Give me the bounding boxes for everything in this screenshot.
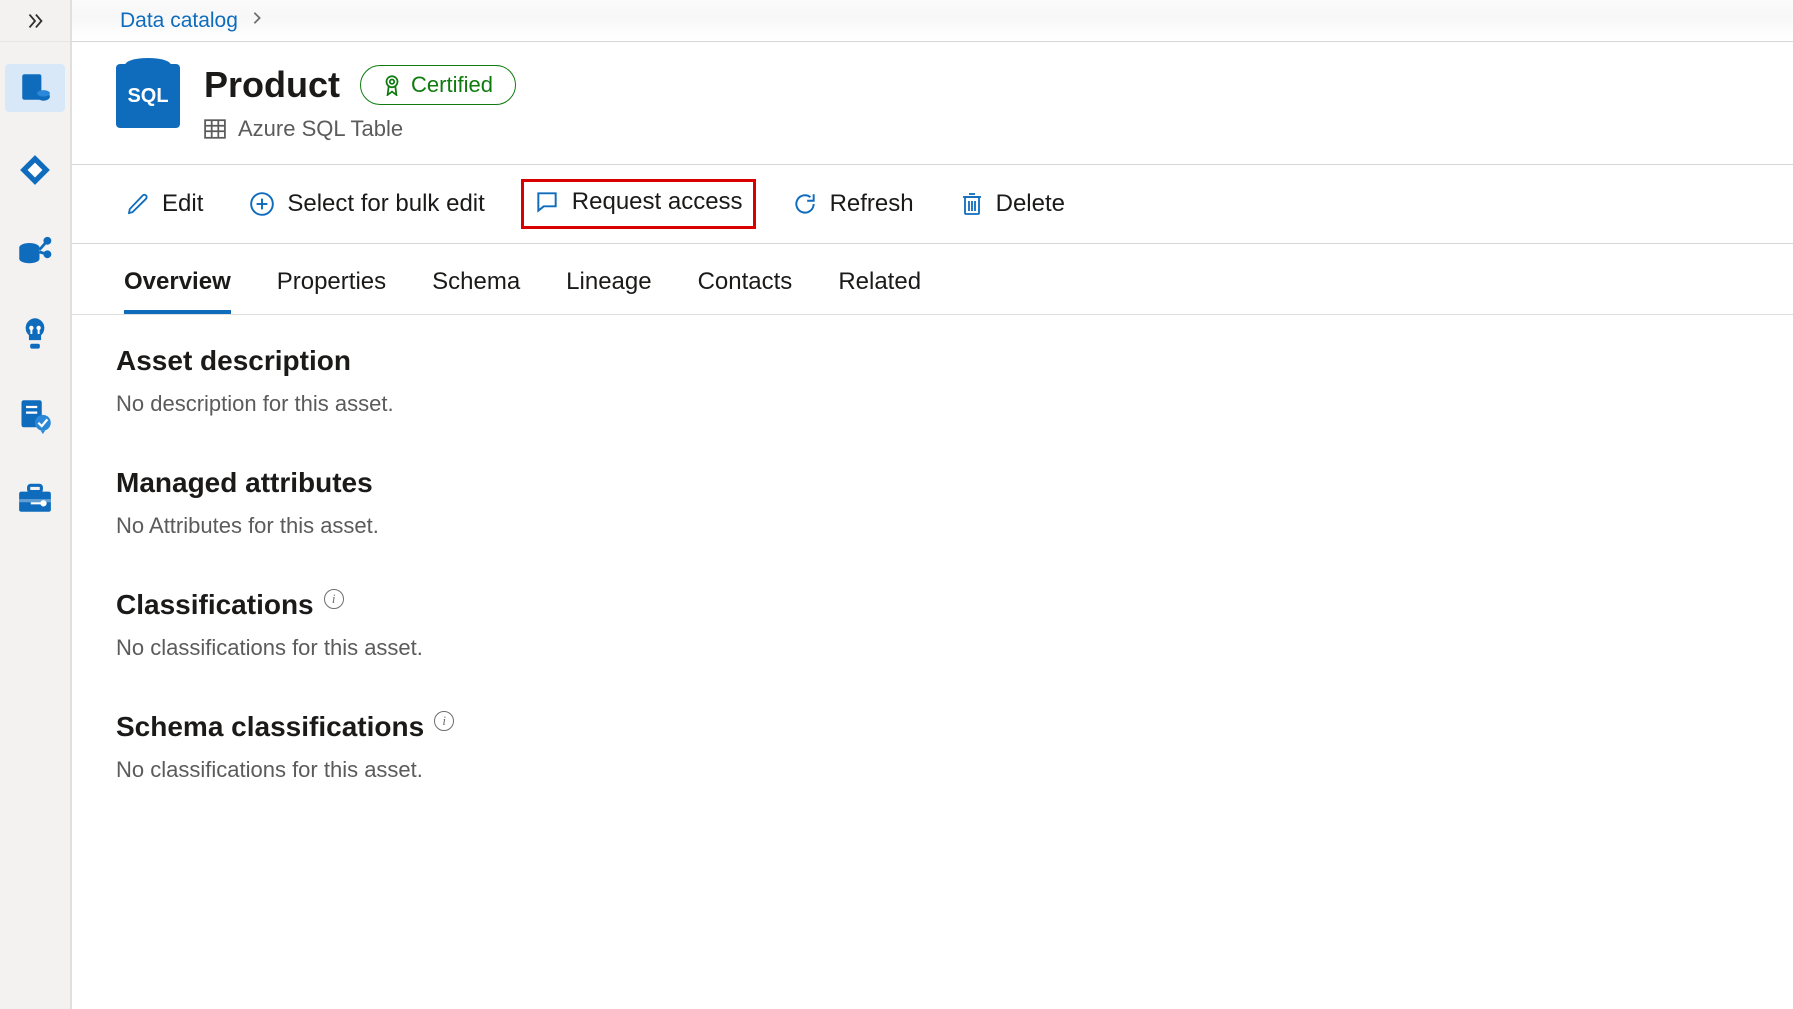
toolbox-icon [17, 482, 53, 514]
request-access-button[interactable]: Request access [534, 188, 743, 216]
left-nav-rail [0, 0, 72, 1009]
section-classifications: Classifications i No classifications for… [116, 589, 1472, 661]
delete-button[interactable]: Delete [950, 184, 1075, 224]
schema-classifications-heading: Schema classifications [116, 711, 424, 743]
catalog-icon [18, 71, 52, 105]
tab-overview[interactable]: Overview [124, 268, 231, 314]
asset-description-heading: Asset description [116, 345, 351, 377]
tab-schema[interactable]: Schema [432, 268, 520, 314]
trash-icon [960, 191, 984, 217]
bulk-edit-label: Select for bulk edit [287, 190, 484, 218]
expand-rail-button[interactable] [0, 0, 70, 42]
select-bulk-edit-button[interactable]: Select for bulk edit [239, 184, 494, 224]
section-managed-attributes: Managed attributes No Attributes for thi… [116, 467, 1472, 539]
nav-data-catalog[interactable] [5, 64, 65, 112]
nav-data-map[interactable] [5, 146, 65, 194]
certification-badge: Certified [360, 65, 516, 105]
chevron-right-icon [250, 11, 264, 30]
managed-attributes-heading: Managed attributes [116, 467, 373, 499]
section-schema-classifications: Schema classifications i No classificati… [116, 711, 1472, 783]
info-icon[interactable]: i [434, 711, 454, 731]
refresh-icon [792, 191, 818, 217]
nav-insights[interactable] [5, 310, 65, 358]
lightbulb-icon [20, 317, 50, 351]
chat-icon [534, 189, 560, 215]
request-access-highlight: Request access [521, 179, 756, 229]
edit-button[interactable]: Edit [116, 184, 213, 224]
asset-tabs: Overview Properties Schema Lineage Conta… [72, 244, 1793, 315]
chevron-double-right-icon [24, 10, 46, 32]
breadcrumb-root[interactable]: Data catalog [120, 9, 238, 33]
refresh-button[interactable]: Refresh [782, 184, 924, 224]
tab-lineage[interactable]: Lineage [566, 268, 651, 314]
policy-icon [18, 398, 52, 434]
tab-properties[interactable]: Properties [277, 268, 386, 314]
tab-contacts[interactable]: Contacts [698, 268, 793, 314]
map-icon [18, 153, 52, 187]
page-content: Data catalog SQL Product Certified [72, 0, 1793, 873]
delete-label: Delete [996, 190, 1065, 218]
schema-classifications-body: No classifications for this asset. [116, 757, 1472, 783]
refresh-label: Refresh [830, 190, 914, 218]
overview-panel: Asset description No description for thi… [72, 315, 1472, 873]
asset-title: Product [204, 64, 340, 106]
breadcrumb: Data catalog [72, 0, 1793, 42]
asset-type-label: Azure SQL Table [238, 116, 403, 142]
managed-attributes-body: No Attributes for this asset. [116, 513, 1472, 539]
request-access-label: Request access [572, 188, 743, 216]
edit-label: Edit [162, 190, 203, 218]
certification-label: Certified [411, 72, 493, 98]
asset-toolbar: Edit Select for bulk edit Request access… [72, 165, 1793, 244]
nav-data-share[interactable] [5, 228, 65, 276]
info-icon[interactable]: i [324, 589, 344, 609]
classifications-body: No classifications for this asset. [116, 635, 1472, 661]
asset-description-body: No description for this asset. [116, 391, 1472, 417]
table-icon [204, 119, 226, 139]
plus-circle-icon [249, 191, 275, 217]
section-asset-description: Asset description No description for thi… [116, 345, 1472, 417]
nav-management[interactable] [5, 474, 65, 522]
classifications-heading: Classifications [116, 589, 314, 621]
asset-header: SQL Product Certified Azure SQL [72, 42, 1793, 165]
share-icon [17, 234, 53, 270]
pencil-icon [126, 192, 150, 216]
sql-db-icon: SQL [116, 64, 180, 128]
ribbon-icon [383, 74, 401, 96]
nav-policies[interactable] [5, 392, 65, 440]
tab-related[interactable]: Related [838, 268, 921, 314]
